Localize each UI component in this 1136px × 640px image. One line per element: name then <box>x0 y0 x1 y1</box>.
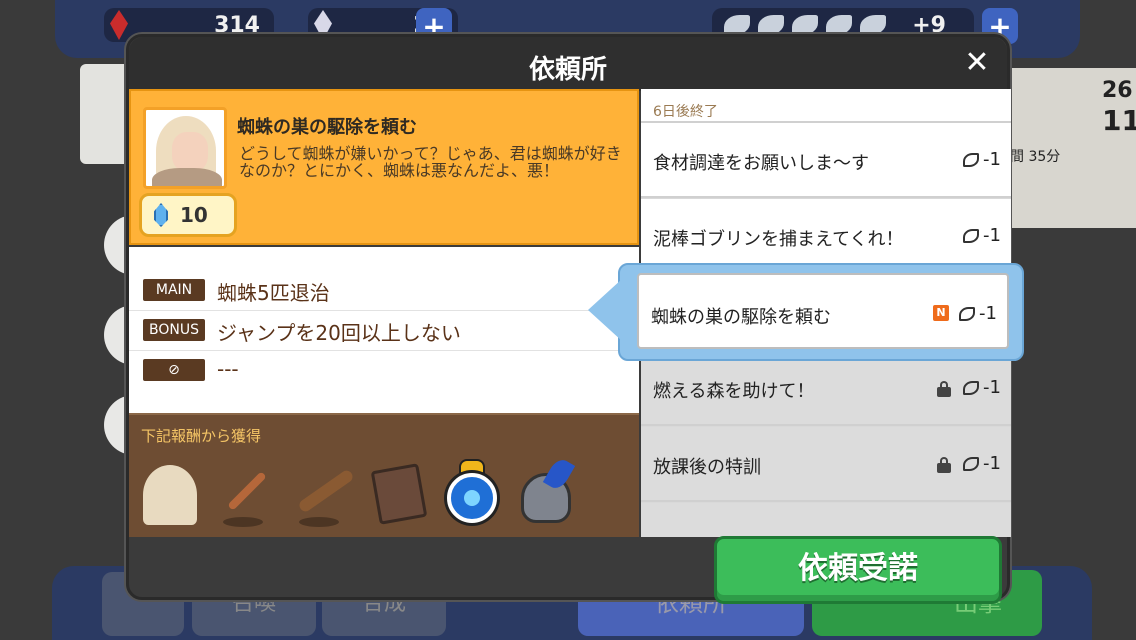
list-item-locked[interactable]: 燃える森を助けて！ -1 <box>641 351 1011 426</box>
character-icon[interactable] <box>137 459 201 529</box>
book-shape <box>370 463 428 525</box>
rewards-label: 下記報酬から獲得 <box>141 427 262 445</box>
list-item[interactable]: 食材調達をお願いしま〜す -1 <box>641 123 1011 198</box>
background-left-column <box>80 64 130 164</box>
portrait-face <box>172 132 208 172</box>
wing-icon <box>860 15 886 35</box>
objective-row-bonus: BONUS ジャンプを20回以上しない <box>129 311 639 351</box>
objective-row-prohibited: ⊘ --- <box>129 351 639 391</box>
lock-icon <box>937 457 951 473</box>
wing-icon <box>792 15 818 35</box>
time-label: 間 35分 <box>1010 149 1061 165</box>
new-badge: N <box>933 305 949 321</box>
list-item-title: 燃える森を助けて！ <box>653 381 815 402</box>
objective-tag-main: MAIN <box>143 279 205 301</box>
list-item-title: 蜘蛛の巣の駆除を頼む <box>651 307 831 328</box>
objective-text-prohibited: --- <box>217 357 239 381</box>
modal-title: 依頼所 <box>528 55 607 85</box>
wing-icon <box>963 456 980 471</box>
quest-giver-portrait <box>143 107 227 189</box>
red-gem-icon <box>110 10 128 40</box>
lock-icon <box>937 381 951 397</box>
wing-icon <box>963 152 980 167</box>
list-item-selected[interactable]: 蜘蛛の巣の駆除を頼む N -1 <box>637 273 1009 349</box>
reward-crystal-badge: 10 <box>139 193 237 237</box>
quest-objectives: MAIN 蜘蛛5匹退治 BONUS ジャンプを20回以上しない ⊘ --- <box>129 247 639 413</box>
wing-icon <box>758 15 784 35</box>
portrait-body <box>152 168 222 186</box>
item-shadow <box>299 517 339 527</box>
stick-icon[interactable] <box>211 459 275 529</box>
list-item-cost: -1 <box>963 225 1001 246</box>
quest-title: 蜘蛛の巣の駆除を頼む <box>237 117 417 138</box>
list-item-cost: -1 <box>963 149 1001 170</box>
character-figure <box>143 465 197 525</box>
list-item-cost: -1 <box>959 303 997 324</box>
quest-detail-header: 10 蜘蛛の巣の駆除を頼む どうして蜘蛛が嫌いかって？じゃあ、君は蜘蛛が好きなの… <box>129 89 639 245</box>
list-item-title: 放課後の特訓 <box>653 457 761 478</box>
wing-icon <box>963 228 980 243</box>
reward-crystal-value: 10 <box>180 203 208 227</box>
list-item-cost: -1 <box>963 453 1001 474</box>
accept-quest-button[interactable]: 依頼受諾 <box>714 536 1002 604</box>
list-item-partial[interactable] <box>641 503 1011 537</box>
crystal-icon <box>154 203 168 227</box>
wing-icon <box>826 15 852 35</box>
club-icon[interactable] <box>287 459 355 529</box>
wing-icon <box>724 15 750 35</box>
wing-icon <box>959 306 976 321</box>
stick-shape <box>227 471 267 511</box>
list-item-partial[interactable]: 6日後終了 <box>641 89 1011 123</box>
charm-orb-core <box>464 490 480 506</box>
list-item-title: 泥棒ゴブリンを捕まえてくれ！ <box>653 229 904 250</box>
objective-text-bonus: ジャンプを20回以上しない <box>217 321 461 345</box>
modal-header: 依頼所 ✕ <box>129 37 1007 91</box>
helmet-icon[interactable] <box>513 456 577 529</box>
list-item-cost: -1 <box>963 377 1001 398</box>
objective-row-main: MAIN 蜘蛛5匹退治 <box>129 271 639 311</box>
list-item-end-notice: 6日後終了 <box>653 104 718 120</box>
objective-tag-bonus: BONUS <box>143 319 205 341</box>
level-top: 26 <box>1102 78 1133 103</box>
rewards-panel: 下記報酬から獲得 <box>129 413 639 537</box>
charm-orb <box>447 473 497 523</box>
list-item-locked[interactable]: 放課後の特訓 -1 <box>641 427 1011 502</box>
close-icon[interactable]: ✕ <box>961 47 993 79</box>
prohibited-icon: ⊘ <box>143 359 205 381</box>
eye-charm-icon[interactable] <box>439 459 503 529</box>
objective-text-main: 蜘蛛5匹退治 <box>217 281 330 305</box>
quest-description: どうして蜘蛛が嫌いかって？じゃあ、君は蜘蛛が好きなのか？とにかく、蜘蛛は悪なんだ… <box>239 144 622 180</box>
book-icon[interactable] <box>365 459 429 529</box>
wing-icon <box>963 380 980 395</box>
item-shadow <box>223 517 263 527</box>
list-item-title: 食材調達をお願いしま〜す <box>653 153 869 174</box>
club-shape <box>297 468 355 514</box>
level-bottom: 11 <box>1102 104 1136 137</box>
